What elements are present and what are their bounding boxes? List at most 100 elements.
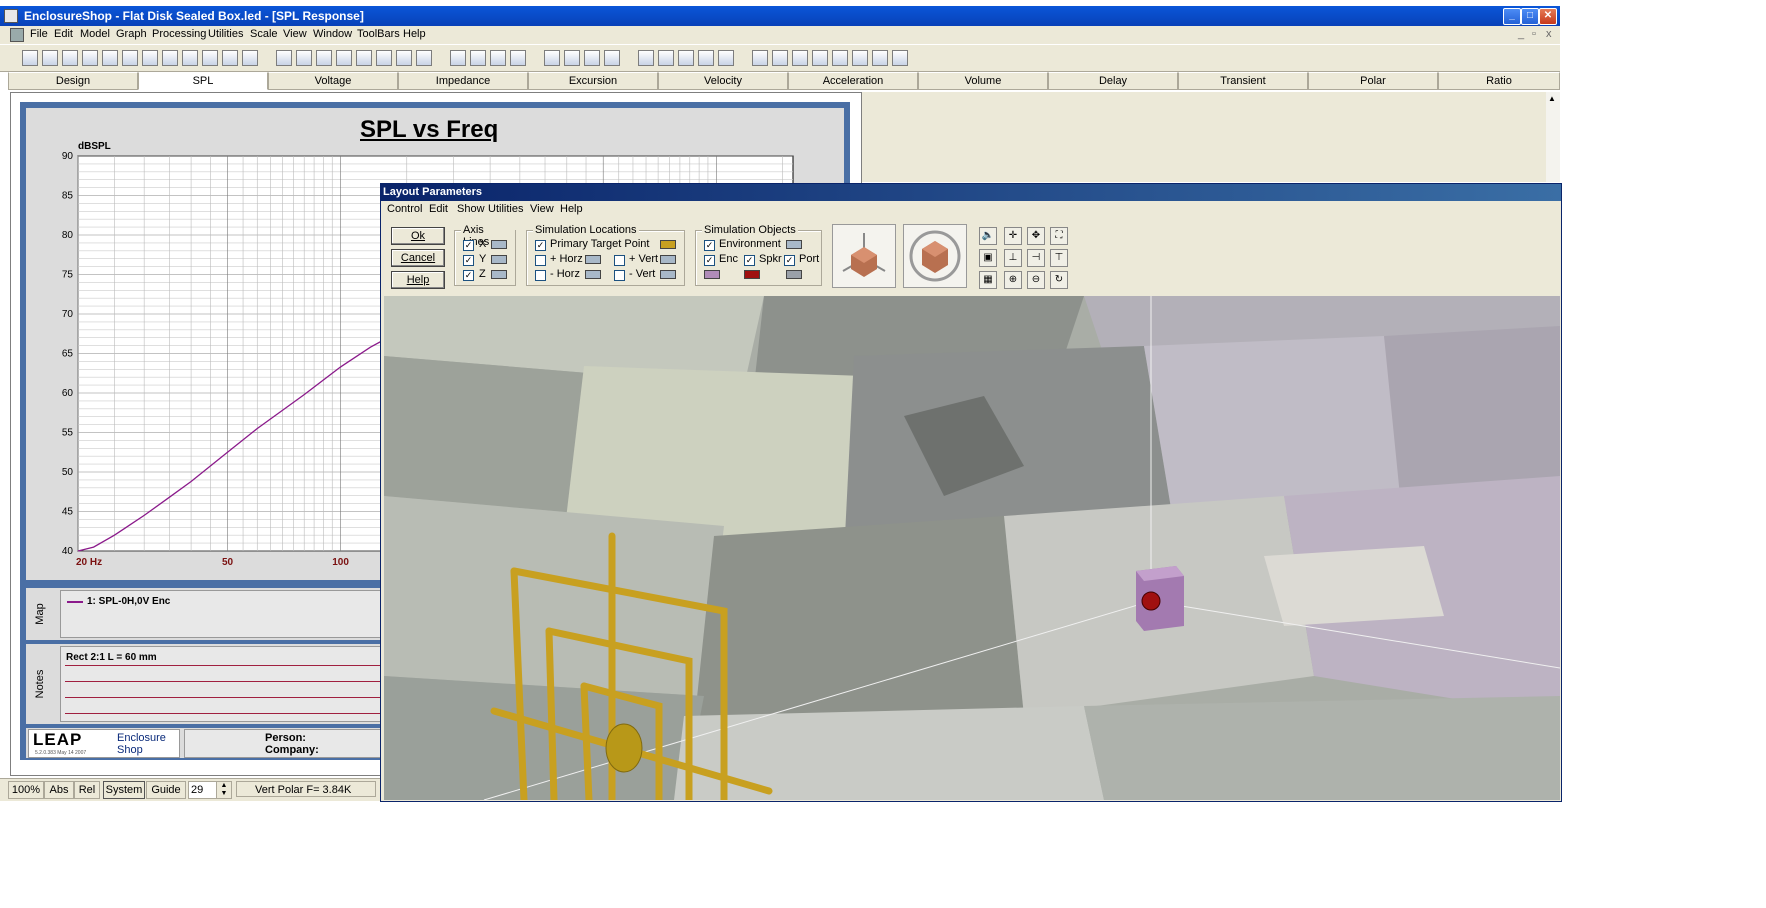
scene-icon[interactable] <box>718 50 734 66</box>
primary-target-color[interactable] <box>660 240 676 249</box>
dialog-menu-show[interactable]: Show <box>457 203 485 215</box>
graph-icon[interactable] <box>564 50 580 66</box>
axis-y-checkbox[interactable]: ✓ <box>463 255 474 266</box>
minimize-button[interactable]: _ <box>1503 8 1521 25</box>
document-icon[interactable] <box>10 28 24 42</box>
zoom-in-view-icon[interactable]: ⊕ <box>1004 271 1022 289</box>
tab-design[interactable]: Design <box>8 72 138 90</box>
save-icon[interactable] <box>82 50 98 66</box>
network3-icon[interactable] <box>872 50 888 66</box>
scroll-up-icon[interactable]: ▲ <box>1548 94 1556 103</box>
fit-view-icon[interactable]: ⛶ <box>1050 227 1068 245</box>
page3-icon[interactable] <box>356 50 372 66</box>
capture-icon[interactable]: ▣ <box>979 249 997 267</box>
menu-view[interactable]: View <box>283 28 307 40</box>
minus-horz-checkbox[interactable] <box>535 270 546 281</box>
guide-spin-input[interactable]: 29 <box>188 781 218 799</box>
plus-vert-checkbox[interactable] <box>614 255 625 266</box>
axis-y-color[interactable] <box>491 255 507 264</box>
network-icon[interactable] <box>832 50 848 66</box>
port-color[interactable] <box>786 270 802 279</box>
image-icon[interactable]: ▦ <box>979 271 997 289</box>
abs-button[interactable]: Abs <box>44 781 74 799</box>
box-icon[interactable] <box>658 50 674 66</box>
primary-target-checkbox[interactable]: ✓ <box>535 240 546 251</box>
zoom-out-icon[interactable] <box>296 50 312 66</box>
system-button[interactable]: System <box>103 781 145 799</box>
legend-entry[interactable]: 1: SPL-0H,0V Enc <box>87 596 170 607</box>
rotate-view-icon[interactable] <box>903 224 967 288</box>
minus-horz-color[interactable] <box>585 270 601 279</box>
center-icon[interactable]: ✥ <box>1027 227 1045 245</box>
rel-button[interactable]: Rel <box>74 781 100 799</box>
app-icon[interactable] <box>4 9 18 23</box>
port-checkbox[interactable]: ✓ <box>784 255 795 266</box>
primary-target-point[interactable] <box>605 723 643 773</box>
picture-icon[interactable] <box>584 50 600 66</box>
move-icon[interactable]: ✛ <box>1004 227 1022 245</box>
cancel-button[interactable]: Cancel <box>391 249 445 267</box>
tab-polar[interactable]: Polar <box>1308 72 1438 90</box>
menu-edit[interactable]: Edit <box>54 28 73 40</box>
menu-graph[interactable]: Graph <box>116 28 147 40</box>
help-button[interactable]: Help <box>391 271 445 289</box>
page-icon[interactable] <box>316 50 332 66</box>
axis-z-checkbox[interactable]: ✓ <box>463 270 474 281</box>
tab-excursion[interactable]: Excursion <box>528 72 658 90</box>
dialog-menu-utilities[interactable]: Utilities <box>488 203 523 215</box>
filter-icon[interactable] <box>812 50 828 66</box>
cabinet-icon[interactable] <box>698 50 714 66</box>
menu-help[interactable]: Help <box>403 28 426 40</box>
table-icon[interactable] <box>416 50 432 66</box>
window-icon[interactable] <box>544 50 560 66</box>
dialog-menu-control[interactable]: Control <box>387 203 422 215</box>
pan-left-icon[interactable]: ⊣ <box>1027 249 1045 267</box>
tab-delay[interactable]: Delay <box>1048 72 1178 90</box>
mdi-restore-icon[interactable]: ▫ <box>1532 28 1536 40</box>
speaker-driver[interactable] <box>1141 591 1161 611</box>
close-button[interactable]: ✕ <box>1539 8 1557 25</box>
tab-voltage[interactable]: Voltage <box>268 72 398 90</box>
disk-icon[interactable] <box>202 50 218 66</box>
page4-icon[interactable] <box>376 50 392 66</box>
window-title-bar[interactable]: EnclosureShop - Flat Disk Sealed Box.led… <box>0 6 1560 26</box>
mdi-minimize-icon[interactable]: _ <box>1518 28 1524 40</box>
speaker-icon[interactable] <box>638 50 654 66</box>
axis-x-color[interactable] <box>491 240 507 249</box>
open-folder-icon[interactable] <box>62 50 78 66</box>
tab-impedance[interactable]: Impedance <box>398 72 528 90</box>
tab-acceleration[interactable]: Acceleration <box>788 72 918 90</box>
menu-toolbars[interactable]: ToolBars <box>357 28 400 40</box>
page2-icon[interactable] <box>336 50 352 66</box>
mute-icon[interactable] <box>772 50 788 66</box>
spkr-checkbox[interactable]: ✓ <box>744 255 755 266</box>
driver-icon[interactable] <box>752 50 768 66</box>
tab-velocity[interactable]: Velocity <box>658 72 788 90</box>
zoom-out-view-icon[interactable]: ⊖ <box>1027 271 1045 289</box>
zoom-in-icon[interactable] <box>276 50 292 66</box>
palette-icon[interactable] <box>604 50 620 66</box>
enc-color[interactable] <box>704 270 720 279</box>
network2-icon[interactable] <box>852 50 868 66</box>
zoom-level[interactable]: 100% <box>8 781 44 799</box>
minus-vert-checkbox[interactable] <box>614 270 625 281</box>
pan-down-icon[interactable]: ⊥ <box>1004 249 1022 267</box>
export-icon[interactable] <box>142 50 158 66</box>
plus-horz-checkbox[interactable] <box>535 255 546 266</box>
open-icon[interactable] <box>42 50 58 66</box>
list-icon[interactable] <box>470 50 486 66</box>
menu-model[interactable]: Model <box>80 28 110 40</box>
crossover-icon[interactable] <box>792 50 808 66</box>
network4-icon[interactable] <box>892 50 908 66</box>
axis-x-checkbox[interactable]: ✓ <box>463 240 474 251</box>
properties-icon[interactable] <box>242 50 258 66</box>
chart2-icon[interactable] <box>510 50 526 66</box>
axis-z-color[interactable] <box>491 270 507 279</box>
menu-file[interactable]: File <box>30 28 48 40</box>
dialog-title-bar[interactable]: Layout Parameters <box>381 184 1561 201</box>
paste-icon[interactable] <box>182 50 198 66</box>
tab-transient[interactable]: Transient <box>1178 72 1308 90</box>
ok-button[interactable]: Ok <box>391 227 445 245</box>
dialog-menu-view[interactable]: View <box>530 203 554 215</box>
enclosure-box[interactable] <box>1136 566 1184 631</box>
